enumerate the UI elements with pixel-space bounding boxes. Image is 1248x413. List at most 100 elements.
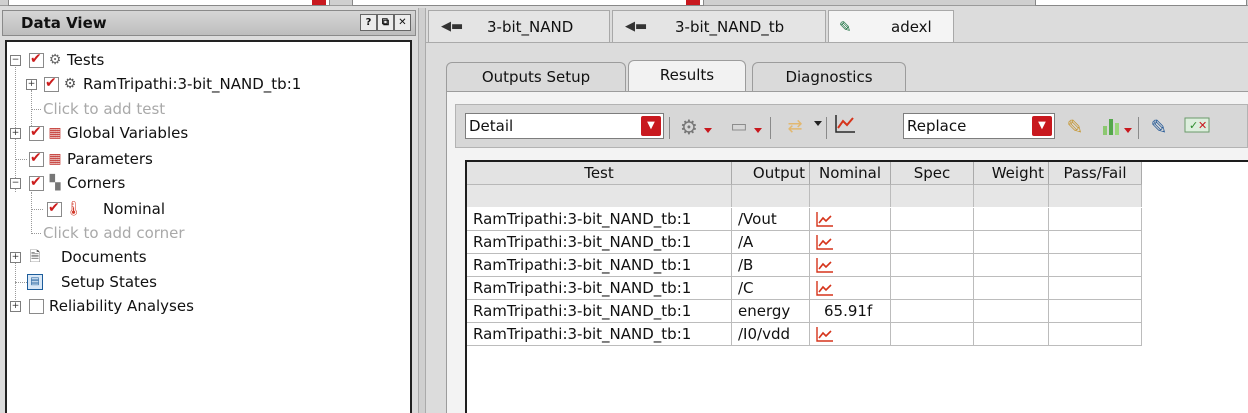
cell-nominal[interactable] bbox=[810, 323, 891, 346]
cell-output[interactable]: /Vout bbox=[732, 208, 810, 231]
waveform-plot-icon[interactable] bbox=[816, 211, 834, 227]
collapse-toggle[interactable]: − bbox=[10, 55, 21, 66]
cell-weight[interactable] bbox=[974, 300, 1049, 323]
add-corner-placeholder[interactable]: Click to add corner bbox=[7, 222, 407, 244]
waveform-plot-icon[interactable] bbox=[816, 234, 834, 250]
close-button[interactable]: ✕ bbox=[394, 14, 411, 31]
tree-item-setup-states[interactable]: ▤ Setup States bbox=[7, 271, 407, 293]
top-dropdown-button[interactable] bbox=[686, 0, 700, 5]
nominal-checkbox[interactable] bbox=[47, 198, 62, 218]
expand-toggle[interactable]: + bbox=[10, 128, 21, 139]
tree-item-nominal[interactable]: 🌡 Nominal bbox=[7, 198, 407, 220]
expand-toggle[interactable]: + bbox=[10, 301, 21, 312]
expand-toggle[interactable]: + bbox=[10, 252, 21, 263]
dropdown-arrow-icon[interactable] bbox=[754, 128, 762, 133]
float-button[interactable]: ⧉ bbox=[377, 14, 394, 31]
cell-pass-fail[interactable] bbox=[1049, 254, 1142, 277]
cell-output[interactable]: /I0/vdd bbox=[732, 323, 810, 346]
cell-test[interactable]: RamTripathi:3-bit_NAND_tb:1 bbox=[467, 277, 732, 300]
cell-spec[interactable] bbox=[891, 208, 974, 231]
cell-pass-fail[interactable] bbox=[1049, 208, 1142, 231]
waveform-plot-icon[interactable] bbox=[816, 280, 834, 296]
bar-chart-icon[interactable] bbox=[1099, 114, 1125, 140]
doc-tab-3-bit-nand[interactable]: ◀▬ 3-bit_NAND bbox=[428, 10, 610, 43]
cell-output[interactable]: /C bbox=[732, 277, 810, 300]
cell-nominal[interactable]: 65.91f bbox=[810, 300, 891, 323]
swap-icon[interactable]: ⇄ bbox=[782, 114, 808, 140]
column-header-nominal[interactable]: Nominal bbox=[810, 162, 891, 185]
simulation-options-icon[interactable]: ⚙ bbox=[676, 114, 702, 140]
cell-test[interactable]: RamTripathi:3-bit_NAND_tb:1 bbox=[467, 300, 732, 323]
column-header-pass-fail[interactable]: Pass/Fail bbox=[1049, 162, 1142, 185]
view-select[interactable]: Detail ▼ bbox=[465, 113, 664, 139]
top-field[interactable] bbox=[8, 0, 330, 6]
cell-test[interactable]: RamTripathi:3-bit_NAND_tb:1 bbox=[467, 254, 732, 277]
waveform-plot-icon[interactable] bbox=[816, 326, 834, 342]
top-field[interactable] bbox=[1035, 0, 1247, 6]
cell-nominal[interactable] bbox=[810, 277, 891, 300]
doc-tab-adexl[interactable]: ✎ adexl bbox=[828, 10, 954, 44]
data-view-tree[interactable]: − ⚙ Tests + ⚙ RamTripathi:3-bit_NAND_tb:… bbox=[5, 40, 412, 413]
cell-output[interactable]: /A bbox=[732, 231, 810, 254]
cell-nominal[interactable] bbox=[810, 208, 891, 231]
tree-item-tests[interactable]: − ⚙ Tests bbox=[7, 49, 407, 71]
cell-pass-fail[interactable] bbox=[1049, 323, 1142, 346]
collapse-toggle[interactable]: − bbox=[10, 178, 21, 189]
parameters-checkbox[interactable] bbox=[29, 148, 44, 168]
add-test-placeholder[interactable]: Click to add test bbox=[7, 98, 407, 120]
cell-pass-fail[interactable] bbox=[1049, 300, 1142, 323]
cell-output[interactable]: /B bbox=[732, 254, 810, 277]
edit-icon[interactable]: ✎ bbox=[1146, 114, 1172, 140]
cell-test[interactable]: RamTripathi:3-bit_NAND_tb:1 bbox=[467, 208, 732, 231]
cell-spec[interactable] bbox=[891, 231, 974, 254]
column-header-output[interactable]: Output bbox=[732, 162, 810, 185]
cell-nominal[interactable] bbox=[810, 231, 891, 254]
tab-results[interactable]: Results bbox=[628, 60, 746, 93]
reliability-checkbox[interactable] bbox=[29, 299, 44, 314]
tree-item-corners[interactable]: − ▚ Corners bbox=[7, 172, 407, 194]
plot-mode-select[interactable]: Replace ▼ bbox=[903, 113, 1055, 139]
cell-weight[interactable] bbox=[974, 277, 1049, 300]
top-field[interactable] bbox=[352, 0, 704, 6]
tree-item-test[interactable]: + ⚙ RamTripathi:3-bit_NAND_tb:1 bbox=[7, 73, 407, 95]
dropdown-arrow-icon[interactable] bbox=[704, 128, 712, 133]
column-header-spec[interactable]: Spec bbox=[891, 162, 974, 185]
cell-test[interactable]: RamTripathi:3-bit_NAND_tb:1 bbox=[467, 231, 732, 254]
table-config-icon[interactable]: ▭ bbox=[726, 114, 752, 140]
pass-fail-icon[interactable]: ✓ ✕ bbox=[1184, 114, 1210, 140]
test-checkbox[interactable] bbox=[44, 73, 59, 93]
tree-item-reliability-analyses[interactable]: + Reliability Analyses bbox=[7, 295, 407, 317]
corners-checkbox[interactable] bbox=[29, 172, 44, 192]
tree-item-parameters[interactable]: ▦ Parameters bbox=[7, 148, 407, 170]
plot-icon[interactable] bbox=[832, 114, 858, 140]
cell-test[interactable]: RamTripathi:3-bit_NAND_tb:1 bbox=[467, 323, 732, 346]
cell-weight[interactable] bbox=[974, 231, 1049, 254]
dropdown-arrow-icon[interactable] bbox=[1124, 128, 1132, 133]
global-variables-checkbox[interactable] bbox=[29, 122, 44, 142]
tests-checkbox[interactable] bbox=[29, 49, 44, 69]
annotate-icon[interactable]: ✎ bbox=[1062, 114, 1088, 140]
cell-spec[interactable] bbox=[891, 323, 974, 346]
panel-splitter[interactable] bbox=[418, 8, 426, 413]
expand-toggle[interactable]: + bbox=[26, 79, 37, 90]
cell-spec[interactable] bbox=[891, 300, 974, 323]
cell-spec[interactable] bbox=[891, 254, 974, 277]
cell-pass-fail[interactable] bbox=[1049, 231, 1142, 254]
waveform-plot-icon[interactable] bbox=[816, 257, 834, 273]
tab-diagnostics[interactable]: Diagnostics bbox=[752, 62, 906, 92]
tree-item-documents[interactable]: + 🗎 Documents bbox=[7, 246, 407, 268]
help-button[interactable]: ? bbox=[360, 14, 377, 31]
cell-nominal[interactable] bbox=[810, 254, 891, 277]
cell-output[interactable]: energy bbox=[732, 300, 810, 323]
cell-pass-fail[interactable] bbox=[1049, 277, 1142, 300]
column-header-weight[interactable]: Weight bbox=[974, 162, 1049, 185]
tree-item-global-variables[interactable]: + ▦ Global Variables bbox=[7, 122, 407, 144]
cell-weight[interactable] bbox=[974, 208, 1049, 231]
dropdown-arrow-icon[interactable] bbox=[814, 121, 822, 126]
column-header-test[interactable]: Test bbox=[467, 162, 732, 185]
doc-tab-3-bit-nand-tb[interactable]: ◀▬ 3-bit_NAND_tb bbox=[612, 10, 826, 43]
tab-outputs-setup[interactable]: Outputs Setup bbox=[446, 62, 626, 92]
cell-spec[interactable] bbox=[891, 277, 974, 300]
cell-weight[interactable] bbox=[974, 254, 1049, 277]
cell-weight[interactable] bbox=[974, 323, 1049, 346]
